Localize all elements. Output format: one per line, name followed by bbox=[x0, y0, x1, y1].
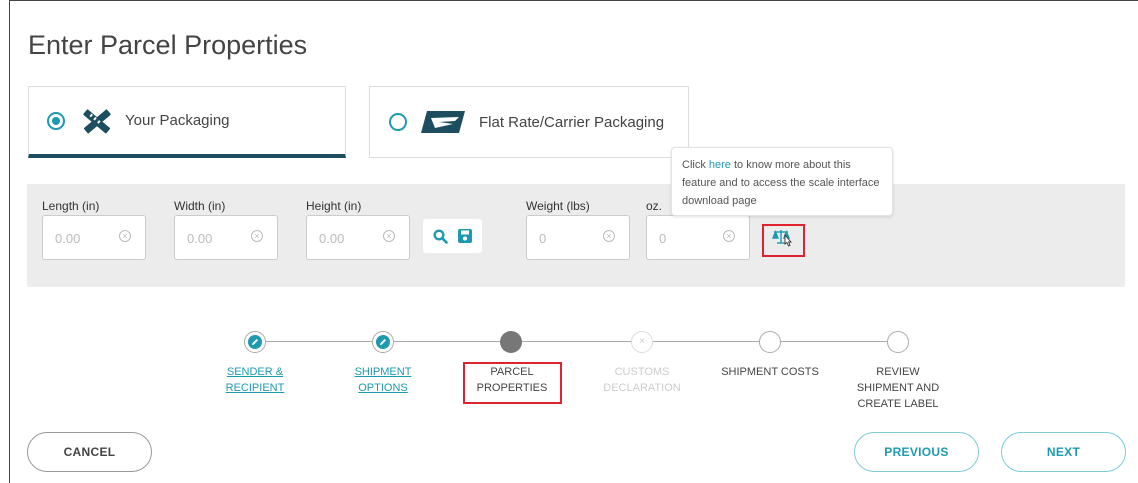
stepper-track bbox=[254, 341, 900, 342]
clear-icon[interactable]: × bbox=[383, 230, 395, 242]
width-field[interactable]: × bbox=[174, 215, 278, 261]
step-shipment-options[interactable]: SHIPMENT OPTIONS bbox=[338, 364, 428, 396]
height-label: Height (in) bbox=[306, 199, 362, 213]
close-icon: × bbox=[639, 336, 645, 347]
clear-icon[interactable]: × bbox=[603, 230, 615, 242]
scale-icon bbox=[771, 227, 796, 254]
step-dot-review bbox=[887, 331, 909, 353]
step-parcel-properties: PARCEL PROPERTIES bbox=[476, 366, 548, 394]
tooltip-prefix: Click bbox=[682, 159, 709, 171]
step-shipment-costs: SHIPMENT COSTS bbox=[721, 366, 819, 378]
step-sender-recipient[interactable]: SENDER & RECIPIENT bbox=[210, 364, 300, 396]
ruler-pencil-icon bbox=[79, 106, 113, 136]
step-review-create-label: REVIEW SHIPMENT AND CREATE LABEL bbox=[856, 366, 940, 410]
tooltip-here-link[interactable]: here bbox=[709, 159, 731, 171]
search-icon[interactable] bbox=[433, 228, 449, 244]
oz-label: oz. bbox=[646, 199, 663, 213]
step-dot-sender[interactable] bbox=[244, 331, 266, 353]
page-title: Enter Parcel Properties bbox=[28, 30, 308, 60]
scale-button[interactable] bbox=[762, 224, 805, 257]
clear-icon[interactable]: × bbox=[723, 230, 735, 242]
weight-field[interactable]: × bbox=[526, 215, 630, 261]
eagle-logo-icon bbox=[421, 109, 467, 135]
step-dot-shipment-costs bbox=[759, 331, 781, 353]
clear-icon[interactable]: × bbox=[119, 230, 131, 242]
scale-tooltip: Click here to know more about this featu… bbox=[671, 147, 893, 216]
your-packaging-radio[interactable] bbox=[47, 111, 65, 130]
cancel-button[interactable]: CANCEL bbox=[27, 432, 152, 472]
save-icon[interactable] bbox=[457, 228, 473, 244]
flat-rate-radio[interactable] bbox=[389, 113, 407, 131]
dimension-tools bbox=[423, 219, 482, 253]
flat-rate-option[interactable]: Flat Rate/Carrier Packaging bbox=[369, 86, 689, 158]
your-packaging-option[interactable]: Your Packaging bbox=[28, 86, 346, 158]
flat-rate-label: Flat Rate/Carrier Packaging bbox=[479, 113, 665, 131]
your-packaging-label: Your Packaging bbox=[125, 112, 230, 129]
length-field[interactable]: × bbox=[42, 215, 146, 261]
height-field[interactable]: × bbox=[306, 215, 410, 261]
step-dot-parcel-properties bbox=[500, 331, 522, 353]
length-label: Length (in) bbox=[42, 199, 100, 213]
step-dot-customs: × bbox=[631, 331, 653, 353]
weight-label: Weight (lbs) bbox=[526, 199, 590, 213]
step-dot-shipment-options[interactable] bbox=[372, 331, 394, 353]
step-customs-declaration: CUSTOMS DECLARATION bbox=[603, 366, 681, 394]
oz-field[interactable]: × bbox=[646, 215, 750, 261]
clear-icon[interactable]: × bbox=[251, 230, 263, 242]
next-button[interactable]: NEXT bbox=[1001, 432, 1126, 472]
width-label: Width (in) bbox=[174, 199, 226, 213]
pencil-icon bbox=[248, 335, 262, 349]
pencil-icon bbox=[376, 335, 390, 349]
previous-button[interactable]: PREVIOUS bbox=[854, 432, 979, 472]
